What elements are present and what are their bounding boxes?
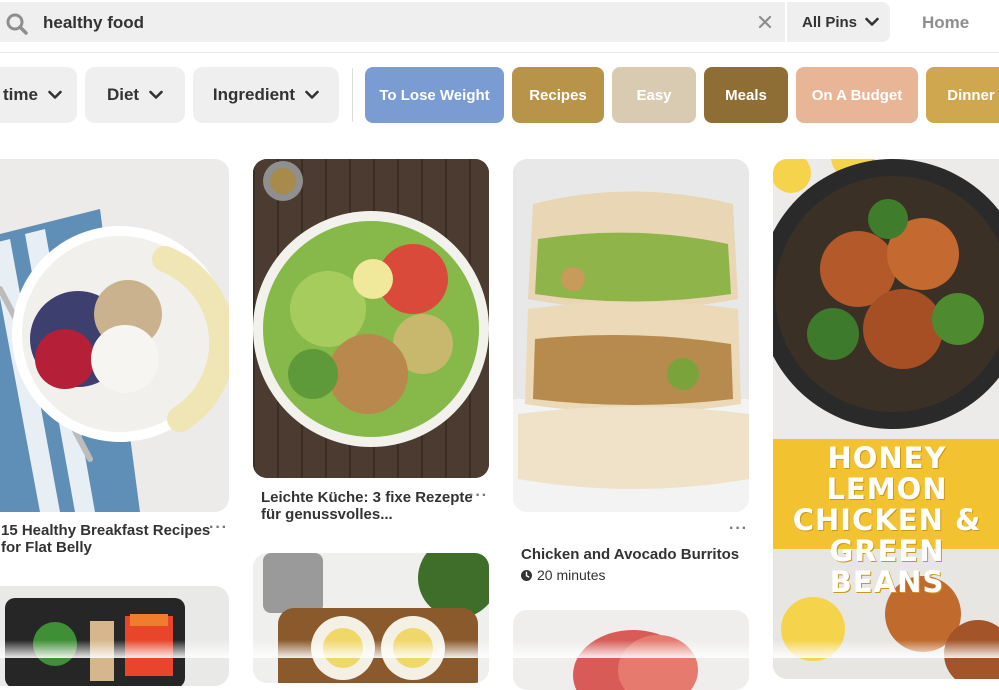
more-icon[interactable]: ··· [469,488,488,504]
pin-image-breakfast-bowl[interactable] [0,159,229,512]
pin-image-salad[interactable] [253,159,489,478]
chip-on-a-budget[interactable]: On A Budget [796,67,918,123]
pin-image-burritos[interactable] [513,159,749,512]
pin-meta: 20 minutes [521,567,605,583]
scope-dropdown[interactable]: All Pins [790,2,880,42]
pin-title[interactable]: 15 Healthy Breakfast Recipes [1,522,210,540]
honey-lemon-chicken-image [773,159,999,679]
pin-image-egg-toast[interactable] [253,553,489,683]
pin-image-meal-prep[interactable] [0,586,229,686]
filter-label: Diet [106,85,140,104]
scope-label: All Pins [802,13,858,31]
more-icon[interactable]: ··· [209,520,228,536]
chevron-down-icon [149,90,163,99]
chip-meals[interactable]: Meals [704,67,788,123]
home-link[interactable]: Home [922,13,969,33]
breakfast-bowl-image [0,159,229,512]
chip-label: Meals [725,86,767,104]
pin-title[interactable]: Chicken and Avocado Burritos [521,546,739,564]
overlay-line: GREEN BEANS [829,534,945,599]
chevron-down-icon [48,90,62,99]
chip-label: Recipes [529,86,587,104]
clock-icon [521,569,532,581]
header-divider [0,52,999,53]
pin-title[interactable]: for Flat Belly [1,539,92,557]
salad-image [253,159,489,478]
chip-label: Easy [636,86,672,104]
filter-divider [352,68,353,122]
cook-time: 20 minutes [537,567,606,583]
pin-overlay-text: HONEY LEMON CHICKEN & GREEN BEANS [773,443,999,598]
egg-toast-image [253,553,489,683]
meal-prep-image [0,586,229,686]
chip-recipes[interactable]: Recipes [512,67,604,123]
pin-image-apples[interactable] [513,610,749,690]
chevron-down-icon [305,90,319,99]
search-divider [785,2,787,42]
close-icon[interactable] [758,15,772,29]
more-icon[interactable]: ··· [729,521,748,537]
filter-ingredient[interactable]: Ingredient [193,67,339,123]
filter-diet[interactable]: Diet [85,67,185,123]
filter-label: Ingredient [212,85,296,104]
pin-title[interactable]: für genussvolles... [261,506,393,524]
filter-label: time [3,85,38,104]
burritos-image [513,159,749,512]
overlay-line: HONEY LEMON [826,441,948,506]
filter-time[interactable]: time [0,67,77,123]
overlay-line: CHICKEN & [792,503,982,537]
chevron-down-icon [865,17,879,26]
apples-image [513,610,749,690]
chip-label: To Lose Weight [379,86,490,104]
chip-dinner[interactable]: Dinner [926,67,999,123]
chip-label: Dinner [947,86,995,104]
pin-image-honey-lemon-chicken[interactable]: HONEY LEMON CHICKEN & GREEN BEANS [773,159,999,679]
pin-title[interactable]: Leichte Küche: 3 fixe Rezepte [261,489,473,507]
chip-label: On A Budget [811,86,903,104]
chip-easy[interactable]: Easy [612,67,696,123]
search-icon [6,13,28,35]
search-bar[interactable]: healthy food All Pins [0,2,890,42]
chip-to-lose-weight[interactable]: To Lose Weight [365,67,504,123]
search-input[interactable]: healthy food [43,13,144,33]
